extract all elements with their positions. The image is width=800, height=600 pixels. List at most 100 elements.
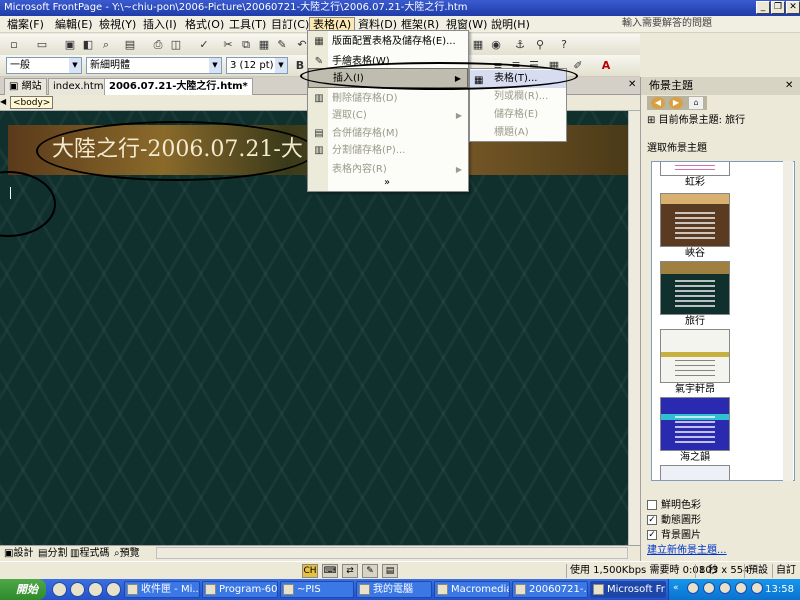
task-macromedia[interactable]: Macromedia...	[434, 581, 510, 598]
page-dimensions[interactable]: 803 x 554	[695, 564, 749, 578]
close-icon[interactable]: ✕	[628, 79, 636, 90]
vivid-colors-checkbox[interactable]: 鮮明色彩	[647, 499, 701, 513]
help-icon[interactable]: ?	[556, 37, 572, 52]
tray-icon[interactable]	[687, 582, 699, 594]
format-painter-icon[interactable]: ✎	[274, 37, 290, 52]
menu-item-select[interactable]: 選取(C) ▶	[308, 106, 468, 126]
theme-list[interactable]: 虹彩 峽谷 旅行 氣宇軒昂 海之韻	[651, 161, 795, 481]
task-program[interactable]: Program-60...	[202, 581, 278, 598]
menu-view[interactable]: 檢視(Y)	[96, 17, 139, 32]
maximize-button[interactable]: ❐	[771, 1, 785, 14]
paste-icon[interactable]: ▦	[256, 37, 272, 52]
submenu-item-cell[interactable]: 儲存格(E)	[470, 106, 566, 124]
quicklaunch-icon[interactable]	[88, 582, 103, 597]
view-tab-split[interactable]: ▤分割	[36, 547, 69, 561]
status-icon[interactable]: CH	[302, 564, 318, 578]
theme-item[interactable]: 旅行	[660, 261, 730, 329]
theme-item[interactable]: 峽谷	[660, 193, 730, 261]
tray-icon[interactable]	[703, 582, 715, 594]
view-tab-preview[interactable]: ⌕預覽	[112, 547, 142, 561]
start-button[interactable]: 開始	[0, 579, 46, 600]
search-icon[interactable]: ⌕	[98, 37, 114, 52]
forward-icon[interactable]: ▶	[669, 97, 683, 109]
tab-website[interactable]: ▣ 網站	[4, 78, 47, 95]
task-pane-title[interactable]: 佈景主題	[641, 77, 800, 95]
minimize-button[interactable]: _	[756, 1, 770, 14]
schema-mode[interactable]: 預設	[744, 564, 768, 578]
tray-expand-icon[interactable]: «	[673, 583, 683, 595]
new-icon[interactable]: ▫	[6, 37, 22, 52]
tab-current-page[interactable]: 2006.07.21-大陸之行.htm*	[104, 78, 253, 95]
menu-item-split-cells[interactable]: ▥ 分割儲存格(P)...	[308, 141, 468, 161]
bookmark-icon[interactable]: ⚲	[532, 37, 548, 52]
tray-icon[interactable]	[751, 582, 763, 594]
close-button[interactable]: ✕	[786, 1, 800, 14]
menu-edit[interactable]: 編輯(E)	[52, 17, 96, 32]
menu-file[interactable]: 檔案(F)	[4, 17, 47, 32]
task-my-computer[interactable]: 我的電腦	[356, 581, 432, 598]
menu-item-layout-tables[interactable]: ▦ 版面配置表格及儲存格(E)...	[308, 32, 468, 52]
tray-icon[interactable]	[719, 582, 731, 594]
picture-icon[interactable]: ◉	[488, 37, 504, 52]
theme-item[interactable]	[660, 465, 730, 480]
ask-question-input[interactable]: 輸入需要解答的問題	[622, 17, 772, 31]
task-folder[interactable]: 20060721-...	[512, 581, 588, 598]
submenu-item-rows-columns[interactable]: 列或欄(R)...	[470, 88, 566, 106]
size-select[interactable]: 3 (12 pt) ▼	[226, 57, 288, 74]
copy-icon[interactable]: ⧉	[238, 37, 254, 52]
active-graphics-checkbox[interactable]: ✓ 動態圖形	[647, 514, 701, 528]
menu-custom[interactable]: 目訂(C)	[268, 17, 312, 32]
spelling-icon[interactable]: ✓	[196, 37, 212, 52]
close-icon[interactable]: ✕	[785, 80, 793, 91]
custom-mode[interactable]: 自訂	[772, 564, 796, 578]
insert-table-icon[interactable]: ▦	[470, 37, 486, 52]
save-icon[interactable]: ▣	[62, 37, 78, 52]
hyperlink-icon[interactable]: ⚓	[512, 37, 528, 52]
font-color-icon[interactable]: A	[598, 58, 614, 73]
tray-icon[interactable]	[735, 582, 747, 594]
pen-icon[interactable]: ✎	[362, 564, 378, 578]
back-icon[interactable]: ◀	[651, 97, 665, 109]
expand-icon[interactable]: ⊞	[647, 115, 655, 126]
view-tab-code[interactable]: ▥程式碼	[68, 547, 111, 561]
theme-item[interactable]: 海之韻	[660, 397, 730, 465]
menu-help[interactable]: 說明(H)	[488, 17, 533, 32]
submenu-item-caption[interactable]: 標題(A)	[470, 124, 566, 142]
clock[interactable]: 13:58	[765, 579, 794, 600]
highlight-icon[interactable]: ✐	[570, 58, 586, 73]
view-tab-design[interactable]: ▣設計	[2, 547, 35, 561]
desktop-icon[interactable]	[106, 582, 121, 597]
quicklaunch-icon[interactable]	[70, 582, 85, 597]
theme-item[interactable]: 氣宇軒昂	[660, 329, 730, 397]
tag-nav-icon[interactable]: ◀	[0, 97, 6, 106]
menu-insert[interactable]: 插入(I)	[140, 17, 180, 32]
theme-list-scrollbar[interactable]	[783, 161, 793, 481]
current-theme: ⊞ 目前佈景主題: 旅行	[647, 114, 797, 128]
menu-format[interactable]: 格式(O)	[182, 17, 227, 32]
input-method-icon[interactable]: ⇄	[342, 564, 358, 578]
task-label: Program-60...	[219, 584, 278, 595]
print-icon[interactable]: ⎙	[150, 37, 166, 52]
editor-horizontal-scrollbar[interactable]	[156, 547, 628, 559]
font-select[interactable]: 新細明體 ▼	[86, 57, 222, 74]
editor-vertical-scrollbar[interactable]	[628, 111, 640, 545]
task-inbox[interactable]: 收件匣 - Mi...	[124, 581, 200, 598]
layout-icon[interactable]: ▤	[122, 37, 138, 52]
home-icon[interactable]: ⌂	[689, 97, 703, 109]
expand-menu-icon[interactable]: »	[384, 177, 390, 188]
task-frontpage[interactable]: Microsoft Fr...	[590, 581, 666, 598]
pad-icon[interactable]: ▤	[382, 564, 398, 578]
vivid-colors-label: 鮮明色彩	[661, 500, 701, 511]
keyboard-icon[interactable]: ⌨	[322, 564, 338, 578]
publish-icon[interactable]: ◧	[80, 37, 96, 52]
cut-icon[interactable]: ✂	[220, 37, 236, 52]
ie-icon[interactable]	[52, 582, 67, 597]
body-tag[interactable]: <body>	[10, 96, 54, 109]
menu-tools[interactable]: 工具(T)	[226, 17, 269, 32]
style-select[interactable]: 一般 ▼	[6, 57, 82, 74]
preview-icon[interactable]: ◫	[168, 37, 184, 52]
create-theme-link[interactable]: 建立新佈景主題...	[647, 541, 727, 556]
task-pis[interactable]: ~PIS	[280, 581, 354, 598]
open-icon[interactable]: ▭	[34, 37, 50, 52]
theme-item[interactable]: 虹彩	[660, 162, 730, 190]
